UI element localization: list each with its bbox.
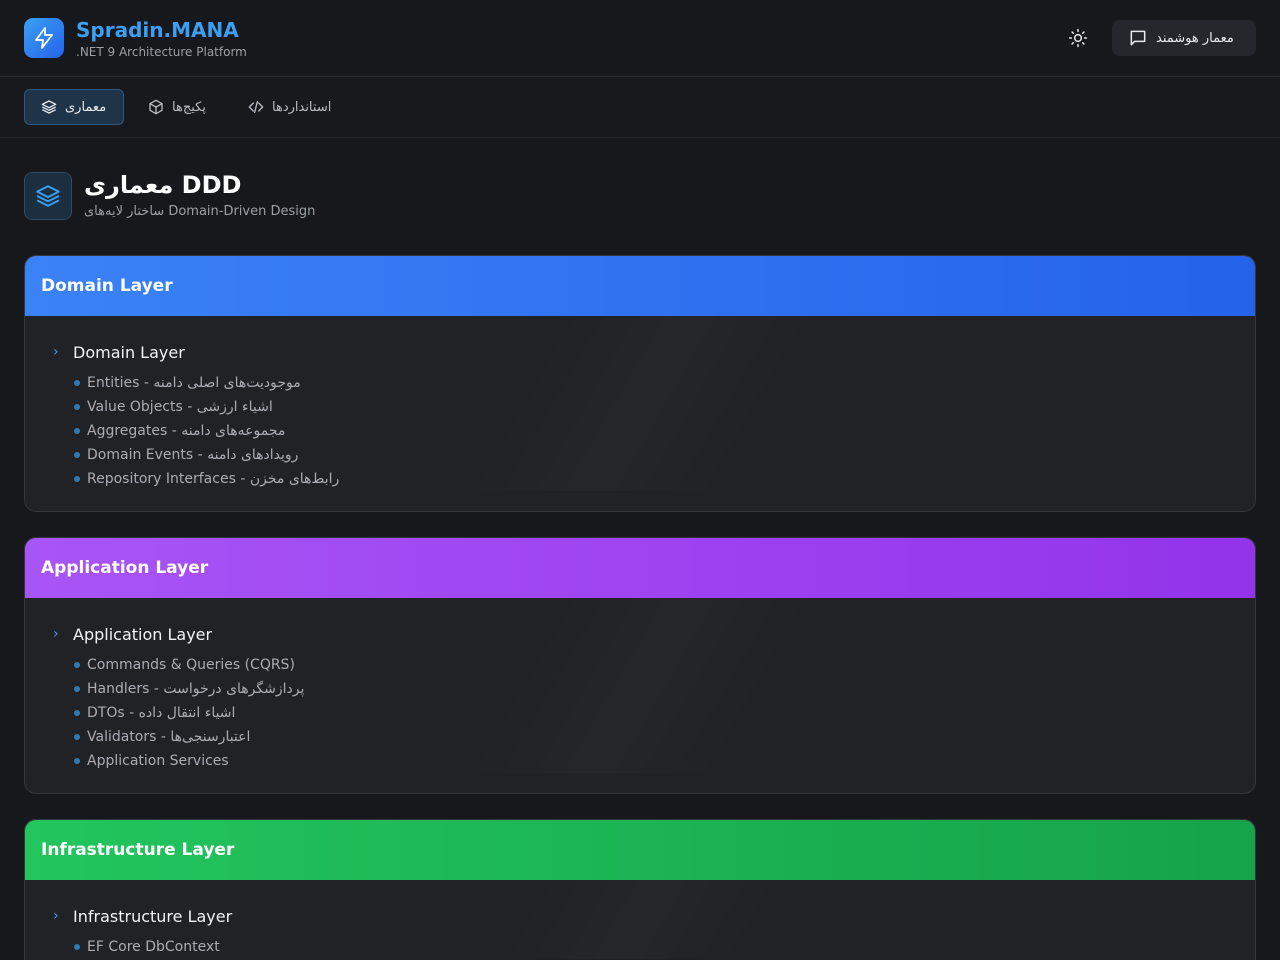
bullet-icon: [74, 380, 80, 386]
list-item-text: Entities - موجودیت‌های اصلی دامنه: [87, 375, 301, 391]
application-section-title: Application Layer: [73, 624, 213, 644]
list-item: Commands & Queries (CQRS): [74, 653, 1255, 677]
theme-toggle-button[interactable]: [1062, 22, 1094, 54]
application-section-toggle[interactable]: › Application Layer: [53, 624, 1255, 644]
domain-layer-body: › Domain Layer Entities - موجودیت‌های اص…: [25, 316, 1255, 491]
application-layer-header-label: Application Layer: [41, 558, 209, 578]
list-item-text: Handlers - پردازشگرهای درخواست: [87, 681, 305, 697]
list-item-text: EF Core DbContext: [87, 939, 220, 955]
bullet-icon: [74, 662, 80, 668]
infrastructure-layer-body: › Infrastructure Layer EF Core DbContext: [25, 880, 1255, 959]
domain-section-toggle[interactable]: › Domain Layer: [53, 342, 1255, 362]
infrastructure-layer-header[interactable]: Infrastructure Layer: [25, 820, 1255, 880]
list-item: Validators - اعتبارسنجی‌ها: [74, 725, 1255, 749]
application-layer-header[interactable]: Application Layer: [25, 538, 1255, 598]
app-header: Spradin.MANA .NET 9 Architecture Platfor…: [0, 0, 1280, 77]
page-title-icon: [24, 172, 72, 220]
brand-title: Spradin.MANA: [76, 18, 239, 42]
list-item: EF Core DbContext: [74, 935, 1255, 959]
bullet-icon: [74, 404, 80, 410]
list-item-text: Domain Events - رویدادهای دامنه: [87, 447, 299, 463]
list-item: DTOs - اشیاء انتقال داده: [74, 701, 1255, 725]
domain-section-title: Domain Layer: [73, 342, 185, 362]
code-icon: [248, 101, 264, 113]
layers-icon: [41, 100, 57, 114]
bullet-icon: [74, 452, 80, 458]
chevron-right-icon: ›: [53, 626, 59, 642]
tab-standards[interactable]: استانداردها: [232, 89, 347, 125]
layers-icon: [36, 185, 60, 207]
application-item-list: Commands & Queries (CQRS) Handlers - پرد…: [53, 653, 1255, 773]
logo: [24, 18, 64, 58]
smart-architect-label: معمار هوشمند: [1156, 30, 1234, 46]
list-item: Repository Interfaces - رابط‌های مخزن: [74, 467, 1255, 491]
chat-icon: [1130, 30, 1146, 46]
chevron-right-icon: ›: [53, 344, 59, 360]
sun-icon: [1068, 28, 1088, 48]
infrastructure-layer-header-label: Infrastructure Layer: [41, 840, 235, 860]
infrastructure-item-list: EF Core DbContext: [53, 935, 1255, 959]
package-icon: [149, 99, 163, 115]
list-item: Domain Events - رویدادهای دامنه: [74, 443, 1255, 467]
chevron-right-icon: ›: [53, 908, 59, 924]
lightning-icon: [35, 27, 53, 49]
list-item-text: Aggregates - مجموعه‌های دامنه: [87, 423, 286, 439]
list-item-text: Commands & Queries (CQRS): [87, 657, 295, 673]
list-item-text: Value Objects - اشیاء ارزشی: [87, 399, 273, 415]
list-item: Value Objects - اشیاء ارزشی: [74, 395, 1255, 419]
application-layer-card: Application Layer › Application Layer Co…: [24, 537, 1256, 794]
list-item-text: Application Services: [87, 753, 229, 769]
list-item-text: DTOs - اشیاء انتقال داده: [87, 705, 236, 721]
smart-architect-button[interactable]: معمار هوشمند: [1112, 20, 1256, 56]
bullet-icon: [74, 428, 80, 434]
tab-architecture-label: معماری: [65, 99, 107, 115]
list-item: Handlers - پردازشگرهای درخواست: [74, 677, 1255, 701]
domain-item-list: Entities - موجودیت‌های اصلی دامنه Value …: [53, 371, 1255, 491]
tab-packages[interactable]: پکیج‌ها: [132, 89, 222, 125]
page-subtitle: ساختار لایه‌های Domain-Driven Design: [84, 204, 316, 219]
list-item: Aggregates - مجموعه‌های دامنه: [74, 419, 1255, 443]
domain-layer-header[interactable]: Domain Layer: [25, 256, 1255, 316]
infrastructure-section-title: Infrastructure Layer: [73, 906, 233, 926]
brand-subtitle: .NET 9 Architecture Platform: [76, 45, 247, 59]
tab-architecture[interactable]: معماری: [24, 89, 124, 125]
tab-packages-label: پکیج‌ها: [172, 99, 206, 115]
infrastructure-section-toggle[interactable]: › Infrastructure Layer: [53, 906, 1255, 926]
list-item-text: Repository Interfaces - رابط‌های مخزن: [87, 471, 340, 487]
bullet-icon: [74, 686, 80, 692]
bullet-icon: [74, 710, 80, 716]
main-nav: معماری پکیج‌ها استانداردها: [0, 77, 1280, 138]
bullet-icon: [74, 734, 80, 740]
list-item-text: Validators - اعتبارسنجی‌ها: [87, 729, 251, 745]
domain-layer-header-label: Domain Layer: [41, 276, 173, 296]
list-item: Entities - موجودیت‌های اصلی دامنه: [74, 371, 1255, 395]
tab-standards-label: استانداردها: [272, 99, 332, 115]
bullet-icon: [74, 476, 80, 482]
page-title: معماری DDD: [84, 171, 242, 199]
infrastructure-layer-card: Infrastructure Layer › Infrastructure La…: [24, 819, 1256, 960]
bullet-icon: [74, 944, 80, 950]
list-item: Application Services: [74, 749, 1255, 773]
domain-layer-card: Domain Layer › Domain Layer Entities - م…: [24, 255, 1256, 512]
application-layer-body: › Application Layer Commands & Queries (…: [25, 598, 1255, 773]
bullet-icon: [74, 758, 80, 764]
